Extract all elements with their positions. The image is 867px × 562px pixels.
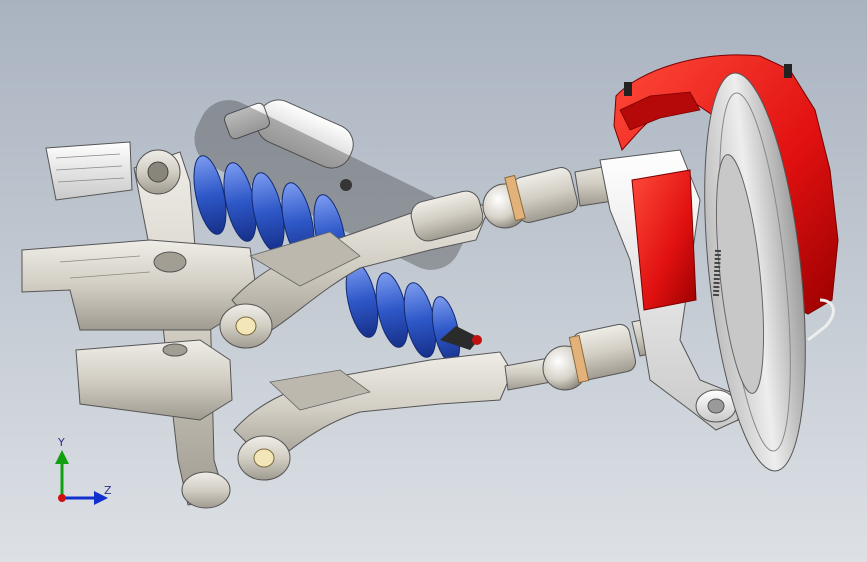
lower-control-arm[interactable]	[233, 351, 513, 481]
lower-mount-plate[interactable]	[75, 339, 233, 421]
x-axis-dot	[58, 494, 66, 502]
axis-triad-graphic	[55, 450, 108, 505]
y-axis-label: Y	[58, 436, 65, 449]
suspension-assembly-model[interactable]	[0, 0, 867, 562]
cad-3d-viewport[interactable]: Y Z	[0, 0, 867, 562]
orientation-triad: Y Z	[40, 432, 130, 512]
z-axis-label: Z	[104, 484, 112, 497]
top-mount-bracket[interactable]	[45, 141, 133, 201]
